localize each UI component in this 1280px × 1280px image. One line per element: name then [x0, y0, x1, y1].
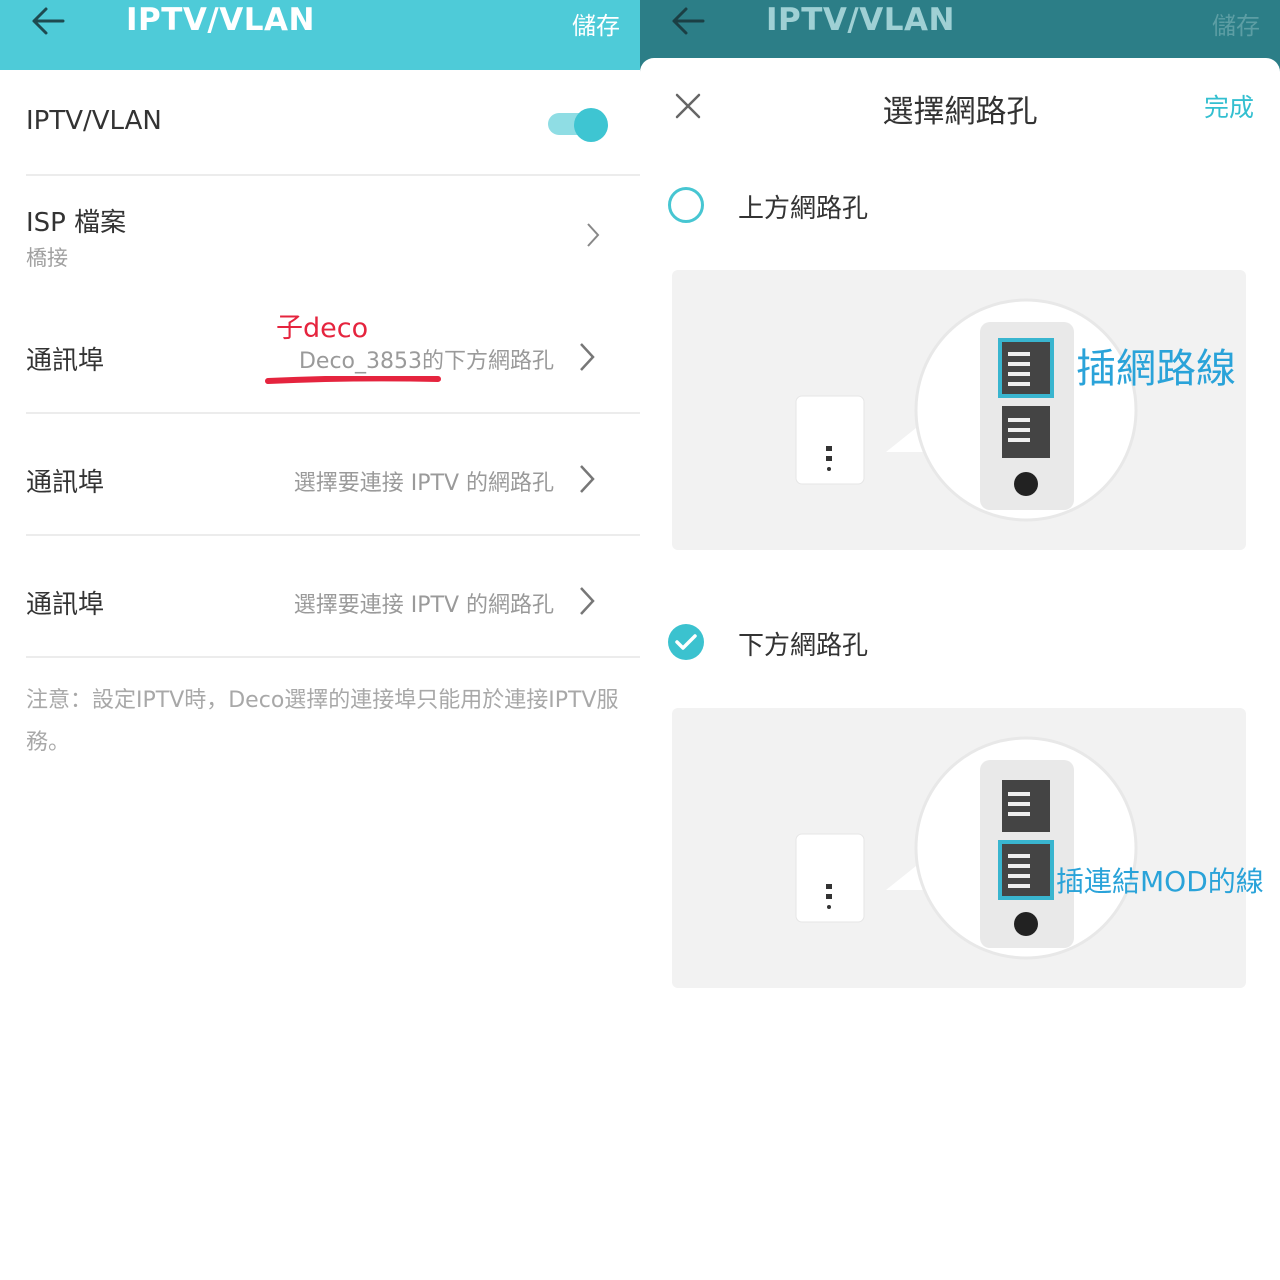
lower-port-callout: 插連結MOD的線	[1056, 865, 1264, 898]
save-button[interactable]: 儲存	[572, 6, 620, 41]
port-row-value: Deco_3853的下方網路孔	[298, 349, 554, 374]
iptv-settings-screen: IPTV/VLAN 儲存 IPTV/VLAN ISP 檔案 橋接 子deco 通…	[0, 0, 640, 1280]
deco-device-illustration	[795, 736, 1138, 960]
iptv-note: 注意：設定IPTV時，Deco選擇的連接埠只能用於連接IPTV服務。	[26, 688, 619, 755]
save-button: 儲存	[1212, 12, 1260, 40]
back-arrow-icon[interactable]	[30, 6, 66, 36]
upper-port-label: 上方網路孔	[738, 194, 869, 224]
page-title: IPTV/VLAN	[766, 2, 955, 38]
upper-port-callout: 插網路線	[1076, 346, 1236, 392]
port-select-sheet: 選擇網路孔 完成 上方網路孔 插網路線 下方網路孔 插連結MOD的線	[640, 58, 1280, 1280]
sheet-title: 選擇網路孔	[882, 94, 1038, 130]
port-selection-screen: IPTV/VLAN 儲存 選擇網路孔 完成 上方網路孔 插網路線 下方網路孔 插…	[640, 0, 1280, 1280]
toggle-knob	[574, 108, 608, 142]
port-row-value: 選擇要連接 IPTV 的網路孔	[293, 593, 554, 618]
radio-checked[interactable]	[668, 624, 704, 660]
iptv-toggle-label: IPTV/VLAN	[26, 106, 162, 136]
chevron-right-icon	[580, 465, 595, 493]
iptv-toggle[interactable]	[548, 108, 608, 142]
divider	[26, 656, 640, 658]
done-button[interactable]: 完成	[1204, 88, 1254, 124]
isp-profile-label: ISP 檔案	[26, 208, 127, 238]
lower-port-illustration: 插連結MOD的線	[672, 708, 1264, 988]
red-underline-mark	[265, 376, 441, 384]
divider	[26, 412, 640, 414]
deco-device-illustration	[795, 298, 1138, 522]
annotation-sub-deco: 子deco	[276, 313, 369, 344]
check-icon	[675, 634, 697, 650]
chevron-right-icon	[580, 587, 595, 615]
isp-profile-value: 橋接	[26, 246, 68, 270]
port-row-label: 通訊埠	[26, 346, 105, 376]
lower-port-label: 下方網路孔	[738, 631, 869, 661]
back-arrow-icon	[672, 7, 705, 35]
radio-unchecked[interactable]	[668, 187, 704, 223]
divider	[26, 174, 640, 176]
chevron-right-icon	[580, 343, 595, 371]
port-row-value: 選擇要連接 IPTV 的網路孔	[293, 471, 554, 496]
upper-port-illustration: 插網路線	[672, 270, 1246, 550]
chevron-right-icon	[587, 223, 600, 247]
divider	[26, 534, 640, 536]
page-title: IPTV/VLAN	[126, 2, 315, 38]
port-row-label: 通訊埠	[26, 468, 105, 498]
port-row-label: 通訊埠	[26, 590, 105, 620]
app-header: IPTV/VLAN 儲存	[0, 0, 640, 70]
